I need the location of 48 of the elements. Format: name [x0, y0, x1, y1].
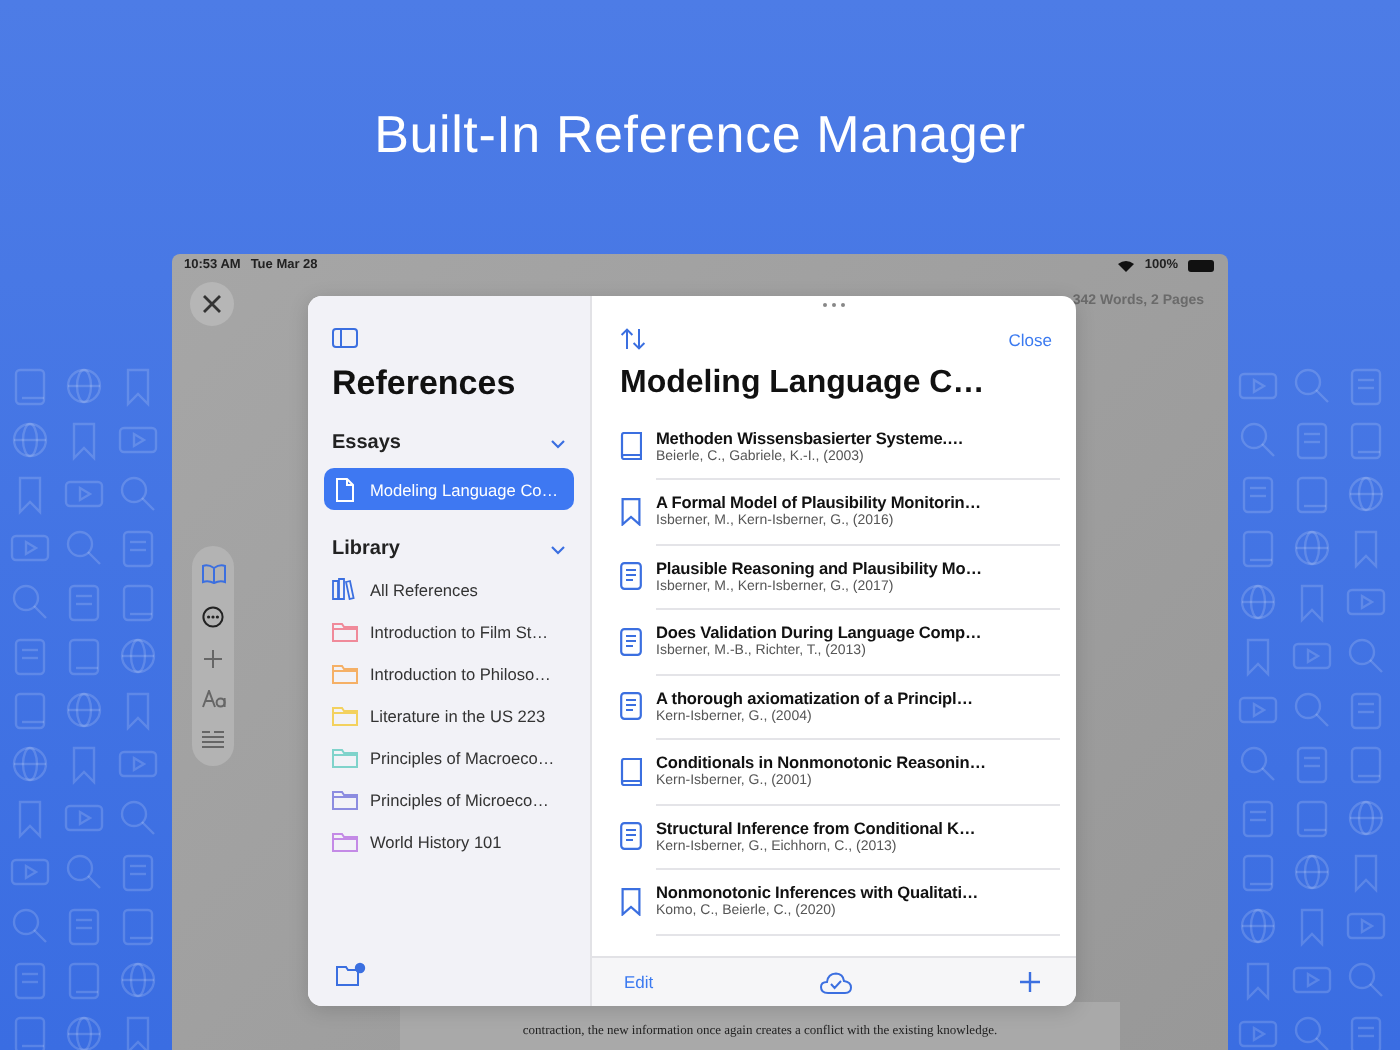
- article-icon: [620, 562, 642, 591]
- list-icon[interactable]: [202, 729, 224, 748]
- sidebar-item[interactable]: Introduction to Film St…: [324, 610, 574, 652]
- sort-icon[interactable]: [620, 328, 646, 350]
- reference-title: Conditionals in Nonmonotonic Reasonin…: [656, 752, 988, 773]
- plus-icon[interactable]: [204, 649, 222, 668]
- book-icon: [620, 432, 642, 461]
- chevron-icon[interactable]: [550, 541, 566, 557]
- more-icon[interactable]: [202, 606, 224, 629]
- text-size-icon[interactable]: [201, 689, 225, 708]
- books-icon: [332, 578, 358, 600]
- new-folder-icon[interactable]: [336, 962, 366, 986]
- add-icon[interactable]: [1020, 972, 1040, 992]
- wifi-icon: [1118, 259, 1135, 271]
- close-link[interactable]: Close: [1008, 329, 1052, 349]
- sidebar-item[interactable]: Introduction to Philoso…: [324, 652, 574, 694]
- bookmark-icon: [620, 887, 642, 916]
- bookmark-icon: [620, 497, 642, 526]
- reference-title: Nonmonotonic Inferences with Qualitati…: [656, 882, 981, 903]
- reference-title: A Formal Model of Plausibility Monitorin…: [656, 492, 983, 513]
- reference-title: Methoden Wissensbasierter Systeme.…: [656, 427, 966, 448]
- reference-title: Plausible Reasoning and Plausibility Mo…: [656, 557, 984, 578]
- sidebar-toggle-icon[interactable]: [332, 328, 358, 348]
- battery-icon: [1188, 259, 1216, 271]
- article-icon: [620, 822, 642, 851]
- document-icon: [332, 477, 358, 501]
- cloud-check-icon[interactable]: [820, 971, 853, 993]
- chevron-icon[interactable]: [550, 435, 566, 451]
- sidebar-item[interactable]: Literature in the US 223: [324, 694, 574, 736]
- close-button[interactable]: [190, 282, 234, 326]
- edit-button[interactable]: Edit: [624, 972, 654, 992]
- sidebar-item[interactable]: World History 101: [324, 820, 574, 862]
- section-title: Essays: [332, 432, 401, 454]
- article-icon: [620, 627, 642, 656]
- section-title: Library: [332, 538, 400, 560]
- page-title: Built-In Reference Manager: [374, 104, 1026, 166]
- sidebar-item[interactable]: All References: [324, 568, 574, 610]
- reference-title: A thorough axiomatization of a Principl…: [656, 687, 975, 708]
- collection-title: Modeling Language C…: [620, 366, 987, 402]
- book-icon: [620, 757, 642, 786]
- sidebar-item[interactable]: Principles of Macroeco…: [324, 736, 574, 778]
- reference-title: Does Validation During Language Comp…: [656, 622, 984, 643]
- sidebar-item[interactable]: Principles of Microeco…: [324, 778, 574, 820]
- book-icon[interactable]: [201, 564, 225, 585]
- article-icon: [620, 692, 642, 721]
- reference-title: Structural Inference from Conditional K…: [656, 817, 978, 838]
- sidebar-title: References: [332, 364, 518, 404]
- sidebar-item[interactable]: Modeling Language Co…: [324, 468, 574, 510]
